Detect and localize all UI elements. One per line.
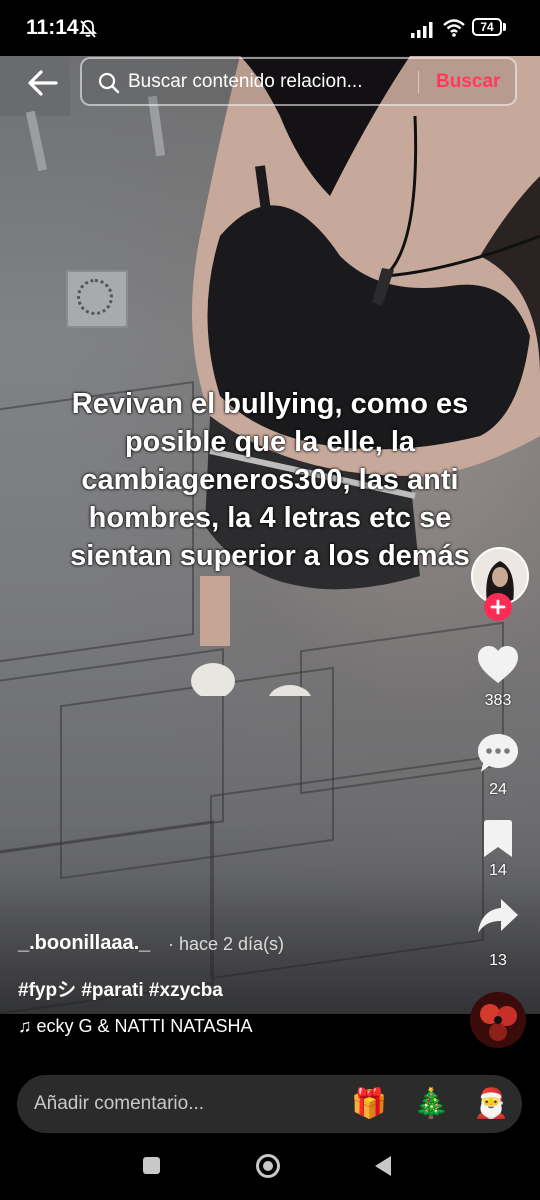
back-arrow-icon[interactable] [26, 66, 60, 100]
gift-emoji-button[interactable]: 🎁 [351, 1087, 387, 1121]
video-caption: Revivan el bullying, como es posible que… [70, 388, 470, 572]
status-time: 11:14 [26, 16, 79, 39]
tree-emoji-button[interactable]: 🎄 [413, 1087, 449, 1121]
comment-icon[interactable] [477, 733, 519, 773]
search-button[interactable]: Buscar [436, 71, 500, 93]
comment-input[interactable]: Añadir comentario... [34, 1093, 204, 1115]
follow-button[interactable] [484, 593, 512, 621]
music-row[interactable]: ♫ ecky G & NATTI NATASHA [18, 1016, 268, 1037]
heart-icon[interactable] [477, 646, 519, 684]
share-count: 13 [489, 952, 507, 969]
save-count: 14 [489, 862, 507, 879]
bookmark-icon[interactable] [482, 820, 514, 858]
post-age: · hace 2 día(s) [168, 934, 285, 954]
back-triangle-icon[interactable] [373, 1155, 393, 1177]
music-note-icon: ♫ [18, 1016, 37, 1036]
creator-username[interactable]: _.boonillaaa._ [18, 932, 150, 955]
battery-icon: 74 [472, 18, 502, 36]
floor-drain [66, 270, 128, 328]
santa-emoji-button[interactable]: 🎅 [473, 1087, 509, 1121]
post-hashtags[interactable]: #fypシ #parati #xzycba [18, 975, 223, 1002]
home-button[interactable] [256, 1154, 280, 1178]
search-bar[interactable]: Buscar contenido relacion... Buscar [80, 57, 517, 106]
recents-button[interactable] [143, 1157, 160, 1174]
system-nav-bar [0, 1140, 540, 1200]
signal-icon [411, 22, 433, 38]
status-bar: 11:14 74 [0, 0, 540, 56]
music-title: ecky G & NATTI NATASHA [36, 1016, 253, 1036]
music-disc[interactable] [470, 992, 526, 1048]
search-input[interactable]: Buscar contenido relacion... [128, 71, 362, 93]
battery-tip [503, 23, 506, 31]
person-figure [191, 56, 540, 696]
wifi-icon [443, 19, 465, 37]
search-icon [98, 72, 120, 94]
comment-input-bar[interactable]: Añadir comentario... 🎁 🎄 🎅 [17, 1075, 522, 1133]
album-art [470, 992, 526, 1048]
like-count: 383 [484, 692, 512, 709]
bench-leg [25, 110, 48, 172]
plus-icon [490, 599, 506, 615]
bell-off-icon [79, 20, 97, 38]
search-divider [418, 71, 419, 93]
battery-level: 74 [480, 20, 494, 34]
comment-count: 24 [489, 781, 507, 798]
share-icon[interactable] [477, 898, 519, 936]
